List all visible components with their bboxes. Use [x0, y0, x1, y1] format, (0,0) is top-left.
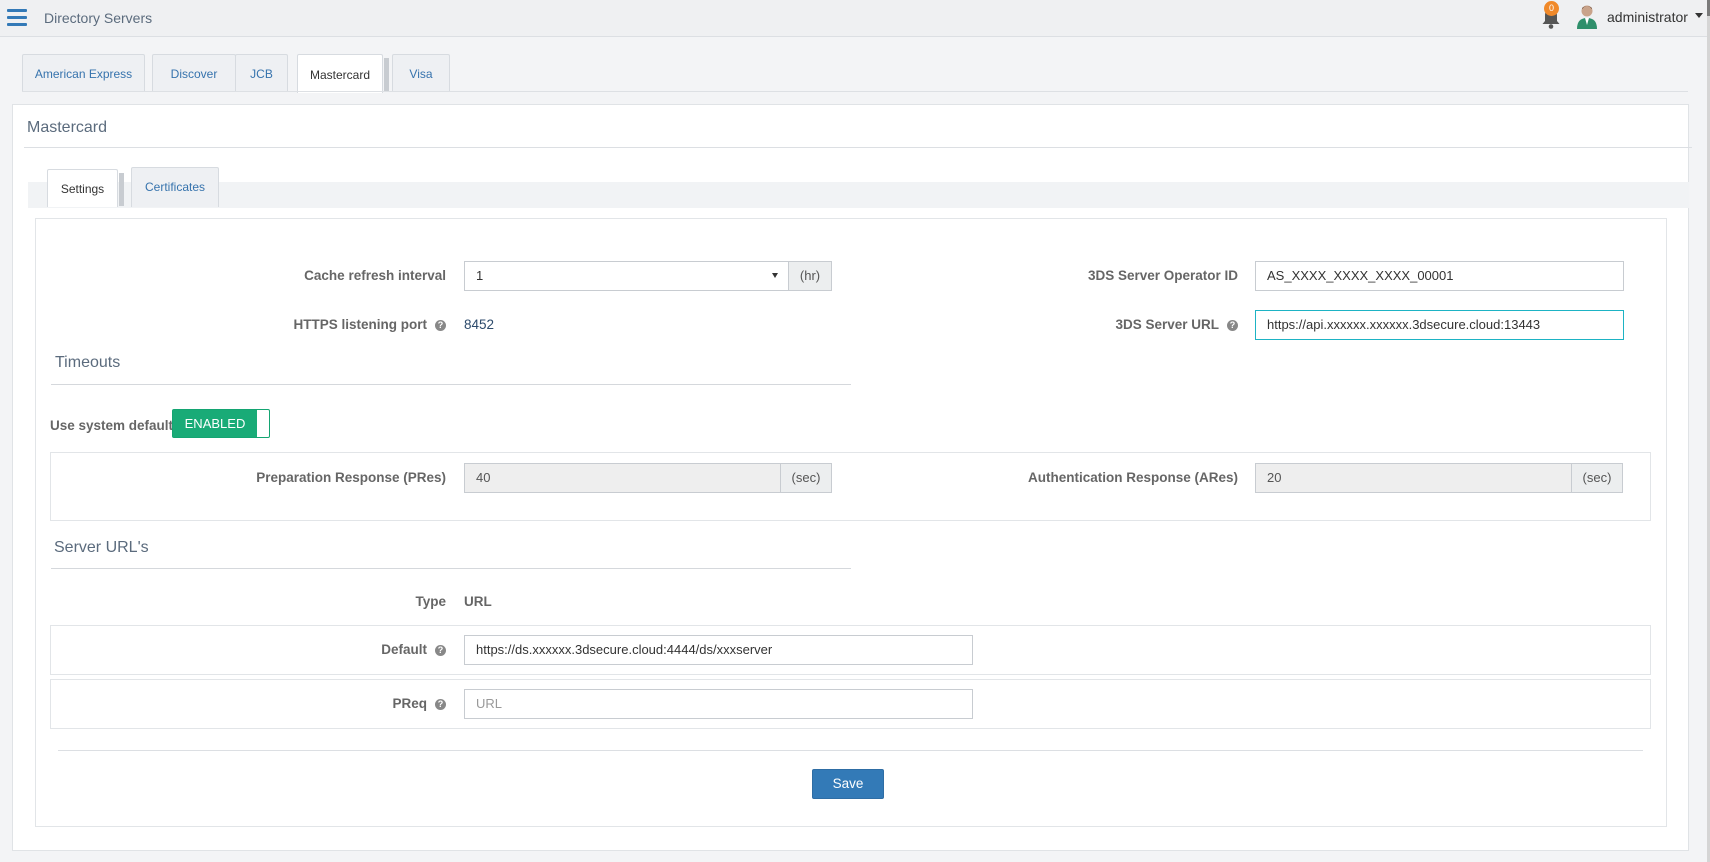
page-title: Directory Servers [44, 10, 153, 26]
pres-label: Preparation Response (PRes) [256, 470, 446, 485]
ares-label: Authentication Response (ARes) [1027, 470, 1238, 485]
pres-unit: (sec) [781, 463, 832, 493]
tab-handle [119, 173, 124, 206]
question-circle-icon[interactable]: ? [435, 645, 446, 656]
tab-mastercard[interactable]: Mastercard [297, 54, 389, 93]
server-urls-title: Server URL's [54, 539, 149, 556]
tab-visa[interactable]: Visa [392, 54, 450, 92]
cache-refresh-select[interactable]: 1 [464, 261, 789, 291]
use-default-label: Use system default [50, 418, 174, 433]
operator-id-input[interactable]: AS_XXXX_XXXX_XXXX_00001 [1255, 261, 1624, 291]
tabs-divider [22, 91, 1688, 92]
hamburger-menu-icon[interactable] [7, 9, 27, 26]
caret-down-icon [772, 273, 778, 278]
use-default-toggle[interactable]: ENABLED [172, 409, 270, 438]
tab-certificates[interactable]: Certificates [131, 167, 219, 207]
type-header: Type [415, 594, 446, 609]
tab-american-express[interactable]: American Express [22, 54, 145, 92]
save-divider [58, 750, 1643, 751]
default-url-label-text: Default [381, 642, 427, 657]
caret-down-icon[interactable] [1695, 13, 1703, 18]
panel-title-divider [24, 147, 1692, 148]
timeouts-title: Timeouts [55, 354, 121, 371]
https-port-label: HTTPS listening port? [293, 317, 446, 332]
bell-icon[interactable]: 0 [1539, 1, 1563, 30]
ares-input[interactable]: 20 [1255, 463, 1572, 493]
sub-tabs-strip [28, 182, 1689, 208]
https-port-label-text: HTTPS listening port [293, 317, 428, 332]
tab-discover[interactable]: Discover [152, 54, 236, 92]
server-url-label-text: 3DS Server URL [1115, 317, 1219, 332]
cache-refresh-value: 1 [476, 268, 484, 283]
tab-handle [384, 58, 389, 91]
preq-url-label-text: PReq [392, 696, 427, 711]
user-menu[interactable]: administrator [1607, 9, 1688, 25]
question-circle-icon[interactable]: ? [1227, 320, 1238, 331]
question-circle-icon[interactable]: ? [435, 699, 446, 710]
tab-mastercard-label: Mastercard [309, 68, 371, 82]
toggle-label: ENABLED [173, 410, 257, 437]
default-url-input[interactable]: https://ds.xxxxxx.3dsecure.cloud:4444/ds… [464, 635, 973, 665]
server-urls-divider [51, 568, 851, 569]
pres-input[interactable]: 40 [464, 463, 781, 493]
cache-refresh-unit: (hr) [789, 261, 832, 291]
timeouts-divider [51, 384, 851, 385]
default-url-label: Default? [381, 642, 446, 657]
notification-badge: 0 [1544, 1, 1559, 16]
server-url-label: 3DS Server URL? [1115, 317, 1238, 332]
server-url-input[interactable]: https://api.xxxxxx.xxxxxx.3dsecure.cloud… [1255, 310, 1624, 340]
preq-url-label: PReq? [392, 696, 446, 711]
ares-unit: (sec) [1572, 463, 1623, 493]
user-avatar-icon[interactable] [1575, 3, 1599, 29]
tab-settings-label: Settings [60, 182, 105, 196]
tab-settings[interactable]: Settings [47, 169, 124, 207]
operator-id-label: 3DS Server Operator ID [1087, 268, 1238, 283]
cache-refresh-label: Cache refresh interval [304, 268, 446, 283]
tab-jcb[interactable]: JCB [235, 54, 288, 92]
panel-title: Mastercard [27, 119, 108, 136]
url-header: URL [464, 594, 492, 609]
save-button[interactable]: Save [812, 769, 884, 799]
top-header: Directory Servers 0 administrator [0, 0, 1710, 37]
preq-url-input[interactable]: URL [464, 689, 973, 719]
question-circle-icon[interactable]: ? [435, 320, 446, 331]
https-port-value: 8452 [464, 317, 495, 332]
